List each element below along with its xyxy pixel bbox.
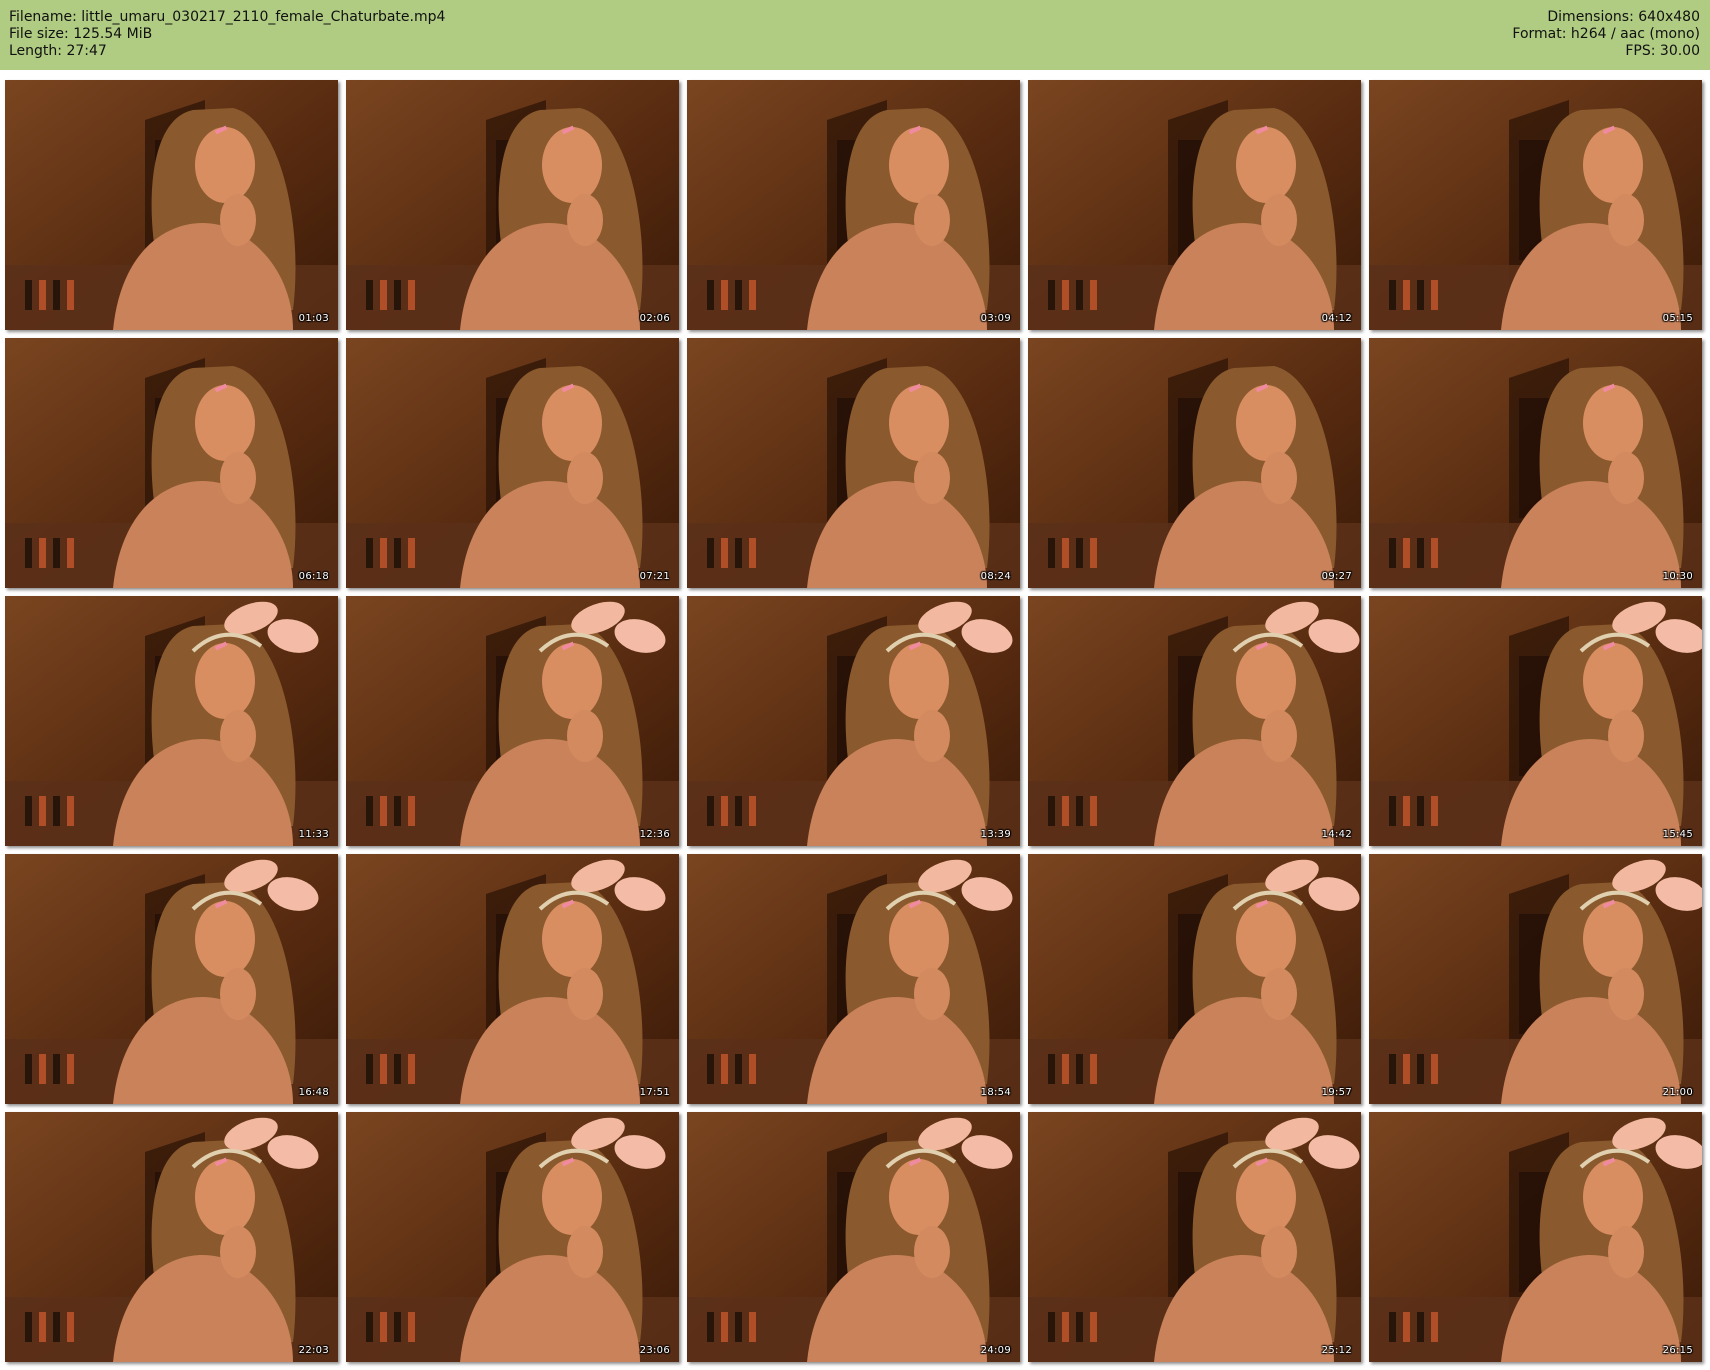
timestamp-label: 13:39: [980, 829, 1011, 840]
frame-image: [1028, 80, 1361, 330]
timestamp-label: 15:45: [1662, 829, 1693, 840]
timestamp-label: 07:21: [639, 571, 670, 582]
frame-image: [5, 80, 338, 330]
video-thumbnail: 26:15: [1369, 1112, 1702, 1362]
dimensions-text: Dimensions: 640x480: [1547, 9, 1700, 25]
fps-text: FPS: 30.00: [1625, 43, 1700, 59]
timestamp-label: 21:00: [1662, 1087, 1693, 1098]
timestamp-label: 11:33: [298, 829, 329, 840]
video-thumbnail: 22:03: [5, 1112, 338, 1362]
video-thumbnail: 11:33: [5, 596, 338, 846]
video-thumbnail: 18:54: [687, 854, 1020, 1104]
video-thumbnail: 03:09: [687, 80, 1020, 330]
video-thumbnail: 24:09: [687, 1112, 1020, 1362]
video-thumbnail: 02:06: [346, 80, 679, 330]
video-thumbnail: 17:51: [346, 854, 679, 1104]
timestamp-label: 25:12: [1321, 1345, 1352, 1356]
frame-image: [687, 80, 1020, 330]
timestamp-label: 14:42: [1321, 829, 1352, 840]
timestamp-label: 22:03: [298, 1345, 329, 1356]
frame-image: [1369, 338, 1702, 588]
timestamp-label: 08:24: [980, 571, 1011, 582]
file-info: Filename: little_umaru_030217_2110_femal…: [9, 9, 445, 60]
timestamp-label: 01:03: [298, 313, 329, 324]
video-thumbnail: 01:03: [5, 80, 338, 330]
timestamp-label: 05:15: [1662, 313, 1693, 324]
timestamp-label: 12:36: [639, 829, 670, 840]
frame-image: [1369, 1112, 1702, 1362]
frame-image: [687, 854, 1020, 1104]
info-header: Filename: little_umaru_030217_2110_femal…: [0, 0, 1710, 70]
frame-image: [687, 596, 1020, 846]
frame-image: [687, 338, 1020, 588]
frame-image: [346, 1112, 679, 1362]
filename-text: Filename: little_umaru_030217_2110_femal…: [9, 9, 446, 25]
video-thumbnail: 05:15: [1369, 80, 1702, 330]
frame-image: [1369, 80, 1702, 330]
video-thumbnail: 10:30: [1369, 338, 1702, 588]
timestamp-label: 23:06: [639, 1345, 670, 1356]
timestamp-label: 09:27: [1321, 571, 1352, 582]
timestamp-label: 24:09: [980, 1345, 1011, 1356]
stream-info: Dimensions: 640x480 Format: h264 / aac (…: [1512, 9, 1700, 60]
format-text: Format: h264 / aac (mono): [1512, 26, 1700, 42]
timestamp-label: 03:09: [980, 313, 1011, 324]
frame-image: [346, 338, 679, 588]
frame-image: [1369, 596, 1702, 846]
frame-image: [5, 338, 338, 588]
frame-image: [5, 1112, 338, 1362]
video-thumbnail: 07:21: [346, 338, 679, 588]
video-thumbnail: 08:24: [687, 338, 1020, 588]
video-thumbnail: 12:36: [346, 596, 679, 846]
frame-image: [1028, 596, 1361, 846]
length-text: Length: 27:47: [9, 43, 107, 59]
timestamp-label: 10:30: [1662, 571, 1693, 582]
timestamp-label: 02:06: [639, 313, 670, 324]
video-thumbnail: 14:42: [1028, 596, 1361, 846]
frame-image: [1028, 338, 1361, 588]
filesize-text: File size: 125.54 MiB: [9, 26, 153, 42]
video-thumbnail: 15:45: [1369, 596, 1702, 846]
timestamp-label: 16:48: [298, 1087, 329, 1098]
frame-image: [5, 854, 338, 1104]
video-thumbnail: 06:18: [5, 338, 338, 588]
video-thumbnail: 16:48: [5, 854, 338, 1104]
timestamp-label: 06:18: [298, 571, 329, 582]
video-thumbnail: 19:57: [1028, 854, 1361, 1104]
video-thumbnail: 09:27: [1028, 338, 1361, 588]
timestamp-label: 17:51: [639, 1087, 670, 1098]
timestamp-label: 04:12: [1321, 313, 1352, 324]
frame-image: [346, 596, 679, 846]
video-thumbnail: 23:06: [346, 1112, 679, 1362]
timestamp-label: 19:57: [1321, 1087, 1352, 1098]
timestamp-label: 26:15: [1662, 1345, 1693, 1356]
video-thumbnail: 04:12: [1028, 80, 1361, 330]
frame-image: [1028, 854, 1361, 1104]
frame-image: [346, 80, 679, 330]
frame-image: [346, 854, 679, 1104]
timestamp-label: 18:54: [980, 1087, 1011, 1098]
video-thumbnail: 21:00: [1369, 854, 1702, 1104]
frame-image: [1028, 1112, 1361, 1362]
frame-image: [687, 1112, 1020, 1362]
video-thumbnail: 25:12: [1028, 1112, 1361, 1362]
frame-image: [5, 596, 338, 846]
frame-image: [1369, 854, 1702, 1104]
video-thumbnail: 13:39: [687, 596, 1020, 846]
